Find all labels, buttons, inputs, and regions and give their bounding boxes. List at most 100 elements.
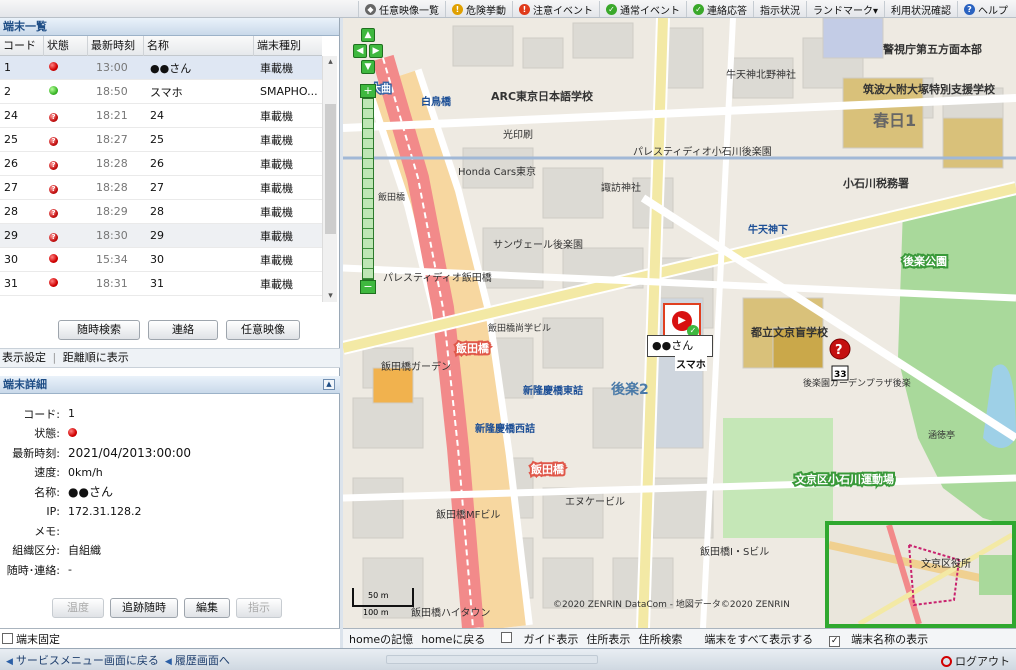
route-shield-icon: 33 xyxy=(831,365,849,381)
search-anytime-button[interactable]: 随時検索 xyxy=(58,320,140,340)
map-label: 白鳥橋 xyxy=(421,95,452,108)
logout-icon xyxy=(941,656,952,667)
top-menu-item[interactable]: 指示状況 xyxy=(752,1,806,17)
history-link[interactable]: ◀ 履歴画面へ xyxy=(165,652,230,668)
top-menu-item[interactable]: 利用状況確認 xyxy=(884,1,957,17)
cell-status xyxy=(44,253,88,266)
zoom-slider[interactable] xyxy=(362,98,374,280)
table-row[interactable]: 25? 18:27 25 車載機 xyxy=(0,128,322,152)
temperature-button[interactable]: 温度 xyxy=(52,598,104,618)
show-names-checkbox[interactable]: ✓ xyxy=(829,635,841,647)
map-view[interactable]: 大曲 白鳥橋 ARC東京日本語学校 牛天神北野神社 筑波大附大塚特別支援学校 警… xyxy=(343,18,1016,628)
column-header-name[interactable]: 名称 xyxy=(144,35,254,56)
overview-map[interactable]: 文京区役所 xyxy=(825,521,1016,628)
edit-button[interactable]: 編集 xyxy=(184,598,230,618)
column-header-time[interactable]: 最新時刻 xyxy=(88,35,144,56)
sort-by-distance-link[interactable]: 距離順に表示 xyxy=(63,351,129,364)
cell-type: 車載機 xyxy=(260,277,293,291)
cell-status: ? xyxy=(44,133,88,146)
arbitrary-video-button[interactable]: 任意映像 xyxy=(226,320,300,340)
logout-button[interactable]: ログアウト xyxy=(941,653,1010,669)
detail-row-memo: メモ: xyxy=(34,524,60,538)
table-row[interactable]: 27? 18:28 27 車載機 xyxy=(0,176,322,200)
map-label: 筑波大附大塚特別支援学校 xyxy=(863,82,996,96)
scrollbar-thumb[interactable] xyxy=(325,104,336,234)
top-menu-item[interactable]: ランドマーク▾ xyxy=(805,1,884,17)
cell-code: 28 xyxy=(4,205,18,218)
cell-code: 29 xyxy=(4,229,18,242)
column-header-status[interactable]: 状態 xyxy=(44,35,88,56)
cell-status: ? xyxy=(44,181,88,194)
home-memory-button[interactable]: homeの記憶 xyxy=(349,631,413,647)
status-unknown-icon: ? xyxy=(49,185,58,194)
left-panel: 端末一覧 コード 状態 最新時刻 名称 端末種別 1 13:00 ●●さん 車載機 2 1… xyxy=(0,18,340,628)
map-label: 飯田橋MFビル xyxy=(436,508,500,521)
cell-type: 車載機 xyxy=(260,61,293,75)
cell-time: 18:29 xyxy=(96,205,128,218)
table-row[interactable]: 24? 18:21 24 車載機 xyxy=(0,104,322,128)
table-row[interactable]: 2 18:50 スマホ SMAPHO... xyxy=(0,80,322,104)
display-settings-link[interactable]: 表示設定 xyxy=(2,351,46,364)
address-search-button[interactable]: 住所検索 xyxy=(638,631,682,647)
table-row[interactable]: 29? 18:30 29 車載機 xyxy=(0,224,322,248)
cell-status: ? xyxy=(44,157,88,170)
back-to-service-menu-link[interactable]: ◀ サービスメニュー画面に戻る xyxy=(6,652,159,668)
status-red-dot-icon xyxy=(49,278,58,287)
show-all-terminals-button[interactable]: 端末をすべて表示する xyxy=(704,631,813,647)
zoom-in-icon[interactable]: + xyxy=(360,84,376,98)
table-row[interactable]: 28? 18:29 28 車載機 xyxy=(0,200,322,224)
help-icon: ? xyxy=(964,3,975,15)
back-arrow-icon: ◀ xyxy=(6,656,13,667)
terminal-unknown-marker-icon[interactable]: ? xyxy=(829,338,851,360)
collapse-up-icon[interactable]: ▲ xyxy=(323,379,335,390)
column-header-code[interactable]: コード xyxy=(0,35,44,56)
show-names-toggle[interactable]: ✓ 端末名称の表示 xyxy=(821,631,928,647)
column-header-type[interactable]: 端末種別 xyxy=(254,36,322,56)
terminal-fix-checkbox[interactable] xyxy=(2,633,13,644)
map-label: Honda Cars東京 xyxy=(458,165,536,178)
top-menu-label: ランドマーク▾ xyxy=(812,5,878,17)
scroll-down-arrow-icon[interactable]: ▾ xyxy=(325,290,336,302)
route-number: 33 xyxy=(834,370,847,380)
warning-icon: ! xyxy=(451,3,463,15)
top-menu-item[interactable]: ✓ 通常イベント xyxy=(598,1,686,17)
zoom-out-icon[interactable]: − xyxy=(360,280,376,294)
top-menu-item[interactable]: ◆ 任意映像一覧 xyxy=(357,1,445,17)
back-arrow-icon: ◀ xyxy=(164,656,172,667)
pan-control-icon[interactable]: ▲ ◀ ▶ ▼ xyxy=(353,28,383,74)
table-row[interactable]: 1 13:00 ●●さん 車載機 xyxy=(0,56,322,80)
top-menu-item[interactable]: ? ヘルプ xyxy=(957,1,1014,17)
cell-type: 車載機 xyxy=(260,157,293,171)
cell-type: 車載機 xyxy=(260,253,293,267)
separator: | xyxy=(52,351,57,364)
cell-time: 18:28 xyxy=(96,181,128,194)
alert-icon: ! xyxy=(518,3,530,15)
guide-toggle[interactable]: ガイド表示 xyxy=(493,631,578,647)
vehicle-marker-icon[interactable]: ▶ ✓ xyxy=(663,303,701,337)
cell-type: 車載機 xyxy=(260,109,293,123)
contact-button[interactable]: 連絡 xyxy=(148,320,218,340)
track-anytime-button[interactable]: 追跡随時 xyxy=(110,598,178,618)
top-menu-item[interactable]: ! 注意イベント xyxy=(511,1,599,17)
terminal-table-header: コード 状態 最新時刻 名称 端末種別 xyxy=(0,35,322,56)
table-row[interactable]: 26? 18:28 26 車載機 xyxy=(0,152,322,176)
status-unknown-icon: ? xyxy=(49,137,58,146)
table-row[interactable]: 31 18:31 31 車載機 xyxy=(0,272,322,296)
terminal-list-scrollbar[interactable]: ▴ ▾ xyxy=(322,56,337,302)
scroll-up-arrow-icon[interactable]: ▴ xyxy=(325,56,336,68)
top-menu-item[interactable]: ✓ 連絡応答 xyxy=(685,1,753,17)
top-menu-item[interactable]: ! 危険挙動 xyxy=(444,1,512,17)
cell-type: 車載機 xyxy=(260,181,293,195)
map-label: 飯田橋尚学ビル xyxy=(488,322,551,334)
address-show-button[interactable]: 住所表示 xyxy=(586,631,630,647)
instruct-button[interactable]: 指示 xyxy=(236,598,282,618)
top-menu: ◆ 任意映像一覧! 危険挙動! 注意イベント ✓ 通常イベント ✓ 連絡応答 指示状況 ランドマー… xyxy=(357,1,1014,17)
home-back-button[interactable]: homeに戻る xyxy=(421,631,485,647)
cell-code: 31 xyxy=(4,277,18,290)
cell-name: 28 xyxy=(150,205,164,218)
status-unknown-icon: ? xyxy=(49,113,58,122)
table-row[interactable]: 30 15:34 30 車載機 xyxy=(0,248,322,272)
bottom-scrollbar[interactable] xyxy=(386,655,598,664)
map-label: 飯田橋 xyxy=(455,341,490,355)
guide-checkbox[interactable] xyxy=(501,631,513,643)
